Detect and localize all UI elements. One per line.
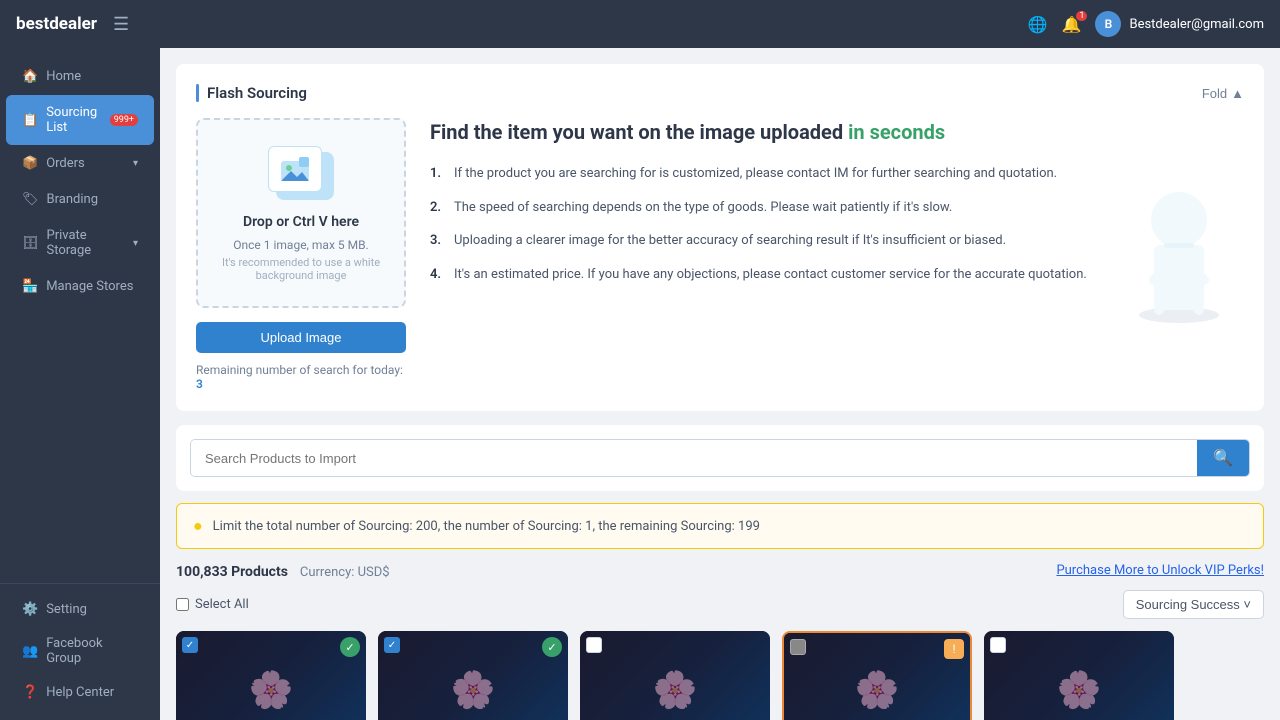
flash-sourcing-heading: Find the item you want on the image uplo…: [430, 118, 1098, 146]
product-badge-check: ✓: [542, 637, 562, 657]
sidebar-item-help-label: Help Center: [46, 685, 114, 700]
vip-link[interactable]: Purchase More to Unlock VIP Perks!: [1056, 563, 1264, 578]
instruction-1: 1. If the product you are searching for …: [430, 164, 1098, 184]
product-checkbox[interactable]: [790, 639, 806, 655]
sidebar-item-sourcing-list[interactable]: 📋 Sourcing List 999+: [6, 95, 154, 145]
title-bar: [196, 84, 199, 102]
private-storage-icon: 🗄: [22, 236, 39, 251]
product-checkbox[interactable]: [990, 637, 1006, 653]
product-badge-check: ✓: [340, 637, 360, 657]
sidebar-item-help-center[interactable]: ❓ Help Center: [6, 676, 154, 709]
instruction-2: 2. The speed of searching depends on the…: [430, 198, 1098, 218]
alert-icon: ●: [193, 516, 203, 536]
upload-drop-text: Drop or Ctrl V here: [214, 214, 388, 230]
upload-image-button[interactable]: Upload Image: [196, 322, 406, 353]
sourcing-list-icon: 📋: [22, 113, 38, 128]
search-input[interactable]: [191, 440, 1197, 476]
alert-banner: ● Limit the total number of Sourcing: 20…: [176, 503, 1264, 549]
sidebar-item-branding[interactable]: 🏷 Branding: [6, 182, 154, 217]
flash-sourcing-card: Flash Sourcing Fold ▲: [176, 64, 1264, 411]
upload-remaining: Remaining number of search for today: 3: [196, 363, 406, 391]
products-count: 100,833 Products: [176, 564, 288, 580]
select-all-checkbox[interactable]: [176, 598, 189, 611]
hamburger-icon[interactable]: ☰: [113, 14, 129, 35]
sidebar-item-facebook-label: Facebook Group: [46, 636, 138, 666]
sidebar-item-setting-label: Setting: [46, 602, 87, 617]
instruction-3: 3. Uploading a clearer image for the bet…: [430, 231, 1098, 251]
alert-text: Limit the total number of Sourcing: 200,…: [213, 519, 760, 534]
main-content: Flash Sourcing Fold ▲: [160, 48, 1280, 720]
sidebar-item-private-storage[interactable]: 🗄 Private Storage ▾: [6, 218, 154, 268]
sidebar-item-branding-label: Branding: [47, 192, 98, 207]
home-icon: 🏠: [22, 69, 38, 84]
sourcing-success-button[interactable]: Sourcing Success ˅: [1123, 590, 1264, 619]
search-button[interactable]: 🔍: [1197, 440, 1249, 476]
notification-badge: 1: [1076, 11, 1087, 21]
product-card[interactable]: ✓ ✓ 🌸 Five-color highlight powder: [176, 631, 366, 720]
products-grid: ✓ ✓ 🌸 Five-color highlight powder ✓ ✓ 🌸 …: [176, 631, 1264, 720]
bell-icon[interactable]: 🔔1: [1062, 15, 1082, 34]
products-currency: Currency: USD$: [300, 565, 390, 580]
instructions-illustration: [1114, 118, 1244, 391]
orders-arrow-icon: ▾: [133, 158, 138, 169]
facebook-icon: 👥: [22, 644, 38, 659]
sidebar-item-private-storage-label: Private Storage: [47, 228, 125, 258]
fold-button[interactable]: Fold ▲: [1202, 86, 1244, 101]
sidebar-item-orders-label: Orders: [46, 156, 85, 171]
sidebar-item-setting[interactable]: ⚙️ Setting: [6, 593, 154, 626]
manage-stores-icon: 🏪: [22, 279, 38, 294]
product-card[interactable]: 🌸 Five-color highlight powder: [984, 631, 1174, 720]
orders-icon: 📦: [22, 156, 38, 171]
instructions-list: 1. If the product you are searching for …: [430, 164, 1098, 284]
instruction-4: 4. It's an estimated price. If you have …: [430, 265, 1098, 285]
user-email: Bestdealer@gmail.com: [1129, 17, 1264, 32]
product-checkbox-checked[interactable]: ✓: [182, 637, 198, 653]
product-card[interactable]: ✓ ✓ 🌸 Five-color highlight powder: [378, 631, 568, 720]
product-card[interactable]: ! 🌸 Five-color highlight powder: [782, 631, 972, 720]
help-icon: ❓: [22, 685, 38, 700]
flash-sourcing-title: Flash Sourcing: [207, 84, 307, 102]
sidebar-item-facebook-group[interactable]: 👥 Facebook Group: [6, 627, 154, 675]
globe-icon[interactable]: 🌐: [1028, 15, 1048, 34]
upload-dropzone[interactable]: Drop or Ctrl V here Once 1 image, max 5 …: [196, 118, 406, 308]
product-badge-warn: !: [944, 639, 964, 659]
sidebar-item-home[interactable]: 🏠 Home: [6, 59, 154, 94]
sidebar-item-sourcing-label: Sourcing List: [46, 105, 102, 135]
sidebar: 🏠 Home 📋 Sourcing List 999+ 📦 Orders ▾ 🏷…: [0, 0, 160, 720]
upload-max-text: Once 1 image, max 5 MB.: [214, 238, 388, 252]
logo-text: bestdealer: [16, 14, 97, 34]
upload-area: Drop or Ctrl V here Once 1 image, max 5 …: [196, 118, 406, 391]
product-checkbox-checked[interactable]: ✓: [384, 637, 400, 653]
private-storage-arrow-icon: ▾: [133, 238, 138, 249]
sourcing-list-badge: 999+: [110, 114, 138, 126]
sidebar-item-manage-stores[interactable]: 🏪 Manage Stores: [6, 269, 154, 304]
sidebar-item-home-label: Home: [46, 69, 81, 84]
search-section: 🔍: [176, 425, 1264, 491]
product-checkbox[interactable]: [586, 637, 602, 653]
sidebar-item-orders[interactable]: 📦 Orders ▾: [6, 146, 154, 181]
branding-icon: 🏷: [22, 192, 39, 207]
upload-rec-text: It's recommended to use a white backgrou…: [214, 256, 388, 282]
select-all-label[interactable]: Select All: [176, 597, 249, 612]
setting-icon: ⚙️: [22, 602, 38, 617]
avatar: B: [1095, 11, 1121, 37]
product-card[interactable]: 🌸 Five-color highlight powder: [580, 631, 770, 720]
sidebar-item-manage-stores-label: Manage Stores: [46, 279, 133, 294]
